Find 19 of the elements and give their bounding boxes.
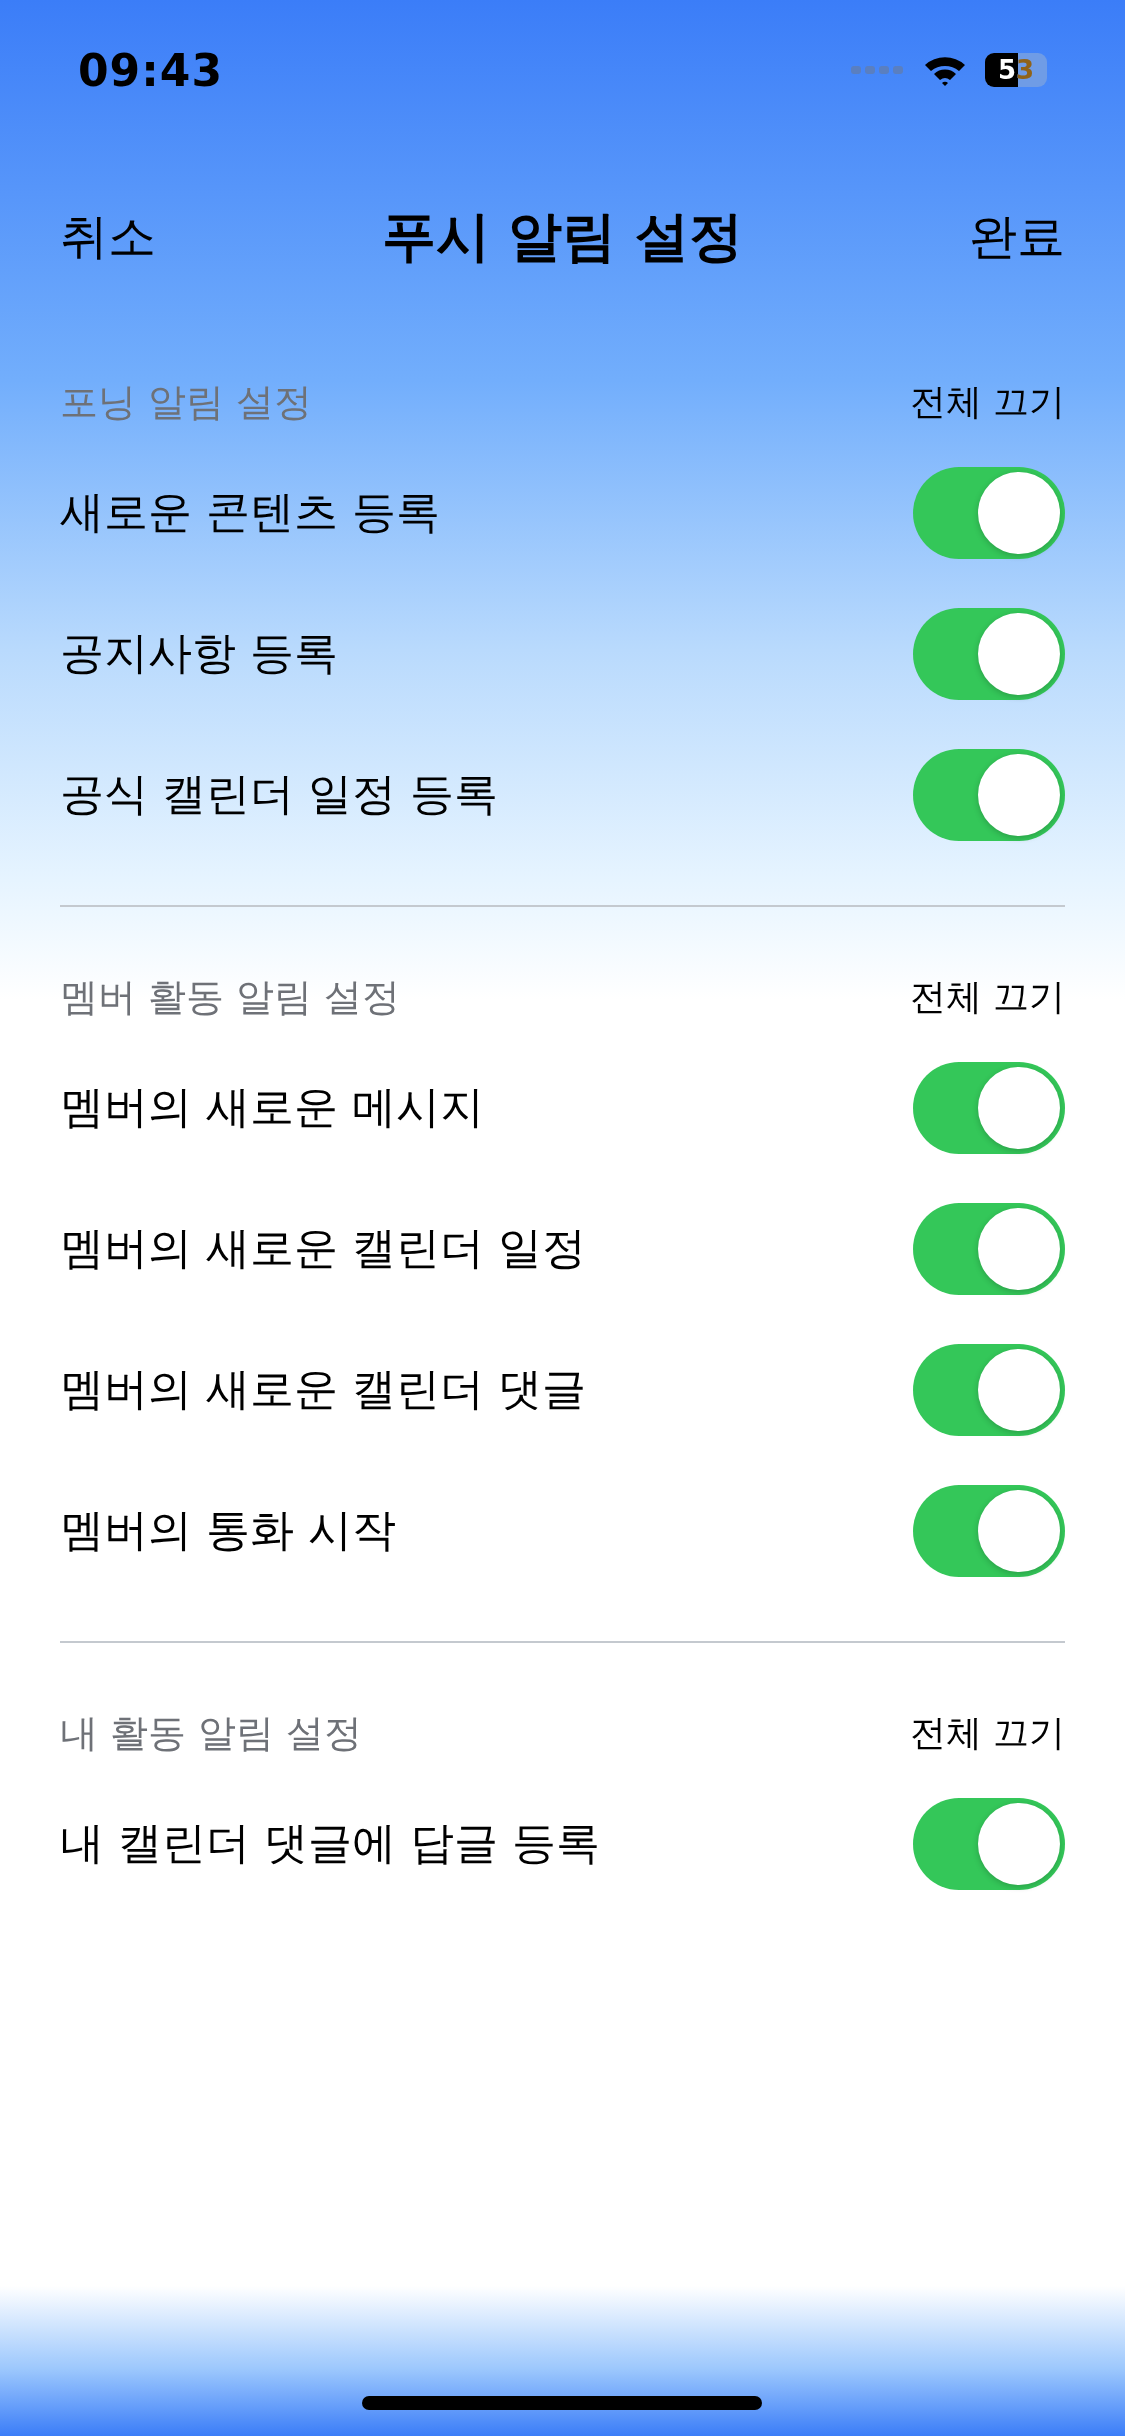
signal-icon [851,64,905,76]
setting-label: 공식 캘린더 일정 등록 [60,767,498,821]
turn-off-all-button[interactable]: 전체 끄기 [909,377,1065,427]
section-header: 멤버 활동 알림 설정 [60,973,401,1021]
turn-off-all-button[interactable]: 전체 끄기 [909,972,1065,1022]
screen-title: 푸시 알림 설정 [381,203,744,270]
setting-label: 멤버의 새로운 캘린더 일정 [60,1221,586,1275]
cancel-button[interactable]: 취소 [60,205,156,269]
setting-label: 멤버의 새로운 캘린더 댓글 [60,1362,586,1416]
setting-label: 공지사항 등록 [60,626,338,680]
done-button[interactable]: 완료 [969,205,1065,269]
setting-label: 내 캘린더 댓글에 답글 등록 [60,1816,600,1870]
section-header: 내 활동 알림 설정 [60,1709,363,1757]
setting-label: 멤버의 통화 시작 [60,1503,396,1557]
status-time: 09:43 [78,44,224,96]
setting-label: 새로운 콘텐츠 등록 [60,485,440,539]
turn-off-all-button[interactable]: 전체 끄기 [909,1708,1065,1758]
setting-label: 멤버의 새로운 메시지 [60,1080,484,1134]
section-header: 포닝 알림 설정 [60,378,313,426]
